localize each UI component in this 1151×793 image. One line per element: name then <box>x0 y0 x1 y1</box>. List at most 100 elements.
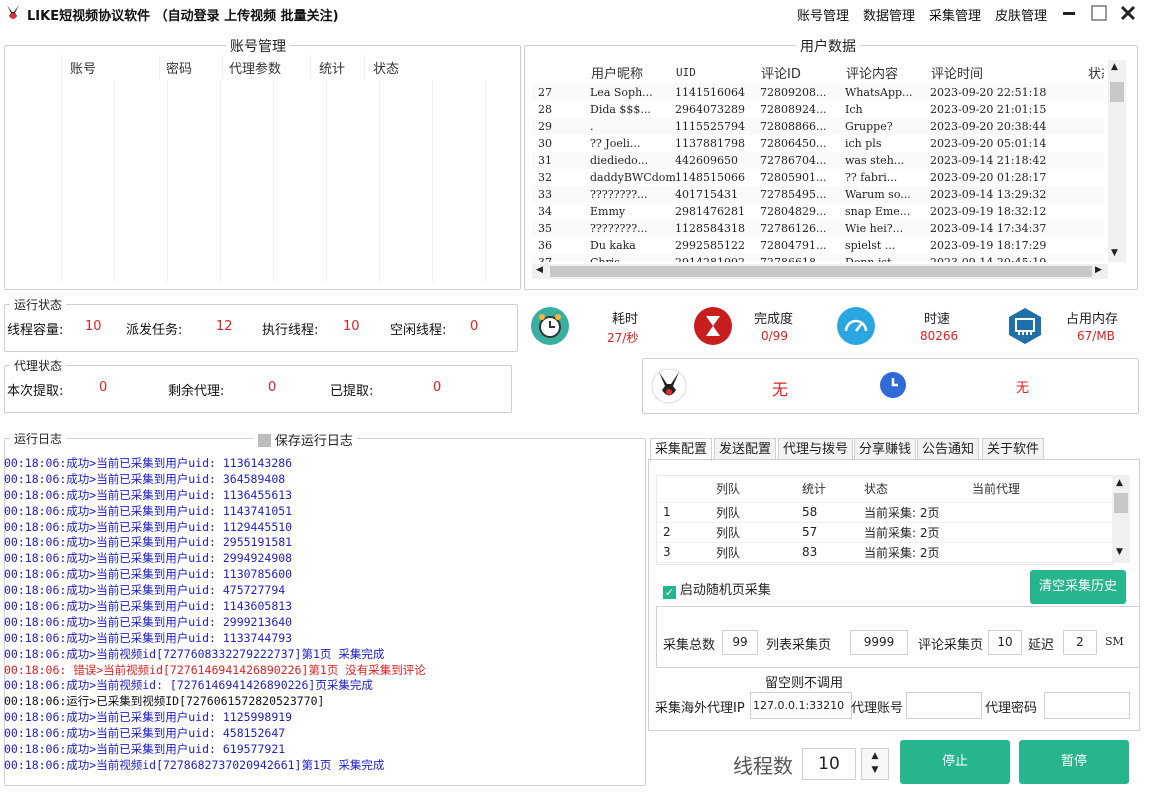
list-item[interactable]: 4列队74当前采集: 2页 <box>657 561 1112 564</box>
table-row[interactable]: 36 Du kaka 2992585122 72804791... spielst ..… <box>532 237 1104 254</box>
log-list[interactable]: 00:18:06:成功>当前已采集到用户uid: 1136143286 00:18… <box>4 456 640 780</box>
col-state[interactable]: 状态 <box>1086 60 1104 84</box>
scroll-left-icon[interactable]: ◀ <box>536 265 543 275</box>
queue-cell: 57 <box>801 521 863 542</box>
vscroll-thumb[interactable] <box>1110 82 1124 102</box>
queue-vscrollbar[interactable]: ▲ ▼ <box>1112 475 1130 563</box>
extracted-now-label: 本次提取: <box>7 384 64 399</box>
proxy-account-input[interactable] <box>906 692 982 719</box>
table-row[interactable]: 35????????... 1128584318 72786126... Wie he… <box>532 220 1104 237</box>
random-page-checkbox[interactable]: ✓ 启动随机页采集 <box>663 579 771 599</box>
col-comment-content[interactable]: 评论内容 <box>845 60 930 84</box>
maximize-icon[interactable] <box>1089 3 1109 23</box>
rabbit-avatar-icon <box>651 368 687 404</box>
table-row[interactable]: 29. 1115525794 72808866... Gruppe? 2023-09-2… <box>532 118 1104 135</box>
close-icon[interactable] <box>1118 3 1138 23</box>
vscroll-thumb[interactable] <box>1114 493 1128 513</box>
scroll-down-icon[interactable]: ▼ <box>1111 248 1118 258</box>
table-row[interactable]: 32 daddyBWCdom 1148515066 72805901... ?? fab… <box>532 169 1104 186</box>
comment-pages-input[interactable]: 10 <box>988 630 1022 655</box>
menu-account-management[interactable]: 账号管理 <box>797 5 849 24</box>
table-cell: 37 <box>532 254 590 262</box>
col-password[interactable]: 密码 <box>159 55 223 79</box>
log-line: 00:18:06:成功>当前已采集到用户uid: 1125998919 <box>4 710 293 725</box>
table-row[interactable]: 27 Lea Soph... 1141516064 72809208... WhatsA… <box>532 84 1104 101</box>
tab-proxy-dial[interactable]: 代理与拨号 <box>778 438 854 460</box>
table-row[interactable]: 30 ?? Joeli... 1137881798 72806450... ich pl… <box>532 135 1104 152</box>
user-data-table[interactable]: 用户昵称 UID 评论ID 评论内容 评论时间 状态 27 Lea Soph...… <box>532 60 1104 262</box>
menu-data-management[interactable]: 数据管理 <box>863 5 915 24</box>
table-cell: 1137881798 <box>675 137 745 150</box>
log-line: 00:18:06:成功>当前已采集到用户uid: 364589408 <box>4 471 286 486</box>
stop-button[interactable]: 停止 <box>900 740 1010 784</box>
table-row[interactable]: 31 diediedo... 442609650 72786704... was ste… <box>532 152 1104 169</box>
clear-history-button[interactable]: 清空采集历史 <box>1030 570 1126 604</box>
table-cell: 1128584318 <box>675 222 745 235</box>
list-pages-input[interactable]: 9999 <box>850 630 908 655</box>
pause-button[interactable]: 暂停 <box>1019 740 1129 784</box>
col-stats[interactable]: 统计 <box>310 55 365 79</box>
menu-collect-management[interactable]: 采集管理 <box>929 5 981 24</box>
user-data-vscrollbar[interactable]: ▲ ▼ <box>1108 60 1126 262</box>
table-cell: 72804829... <box>760 205 827 218</box>
checkbox-unchecked-icon[interactable] <box>258 434 271 447</box>
stepper-down-icon[interactable]: ▼ <box>862 763 888 777</box>
save-log-label: 保存运行日志 <box>274 434 353 449</box>
save-log-checkbox[interactable]: 保存运行日志 <box>254 430 357 449</box>
tab-announcement[interactable]: 公告通知 <box>917 438 980 460</box>
scroll-up-icon[interactable]: ▲ <box>1116 478 1123 488</box>
list-item[interactable]: 1 列队 58 当前采集: 2页 <box>657 501 1112 522</box>
proxy-password-label: 代理密码 <box>985 701 1038 716</box>
queue-cell: 列队 <box>715 541 801 562</box>
minimize-icon[interactable] <box>1059 3 1079 23</box>
col-comment-id[interactable]: 评论ID <box>760 60 845 84</box>
table-cell: 2023-09-19 18:17:29 <box>930 239 1047 252</box>
queue-col-proxy[interactable]: 当前代理 <box>971 476 1112 502</box>
table-cell: 72786126... <box>760 222 827 235</box>
col-nickname[interactable]: 用户昵称 <box>590 60 675 84</box>
table-row[interactable]: 34 Emmy 2981476281 72804829... snap Eme... 20… <box>532 203 1104 220</box>
queue-col-queue[interactable]: 列队 <box>715 476 801 502</box>
table-cell: ich pls <box>845 137 882 150</box>
threads-stepper[interactable]: ▲ ▼ <box>861 748 889 780</box>
tab-send-config[interactable]: 发送配置 <box>714 438 777 460</box>
threads-input[interactable]: 10 <box>802 748 856 780</box>
account-table[interactable]: 账号 密码 代理参数 统计 状态 <box>9 55 513 282</box>
col-comment-time[interactable]: 评论时间 <box>930 60 1086 84</box>
list-item[interactable]: 2 列队 57 当前采集: 2页 <box>657 521 1112 542</box>
table-row[interactable]: 37Chris291428199272786618...Denn ist2023… <box>532 254 1104 262</box>
checkbox-checked-icon[interactable]: ✓ <box>663 586 676 599</box>
memory-value: 67/MB <box>1077 329 1115 343</box>
tab-about[interactable]: 关于软件 <box>982 438 1045 460</box>
scroll-down-icon[interactable]: ▼ <box>1116 547 1123 557</box>
tab-collect-config[interactable]: 采集配置 <box>650 438 713 461</box>
dispatched-tasks-label: 派发任务: <box>126 323 183 338</box>
hscroll-thumb[interactable] <box>550 266 1092 277</box>
menu-skin-management[interactable]: 皮肤管理 <box>995 5 1047 24</box>
table-row[interactable]: 28 Dida $$$... 2964073289 72808924... Ich 202… <box>532 101 1104 118</box>
queue-col-stats[interactable]: 统计 <box>801 476 863 502</box>
col-status[interactable]: 状态 <box>365 55 514 79</box>
col-proxy-params[interactable]: 代理参数 <box>222 55 311 79</box>
log-line: 00:18:06:成功>当前已采集到用户uid: 1130785600 <box>4 567 293 582</box>
proxy-ip-input[interactable]: 127.0.0.1:33210 <box>750 692 852 719</box>
user-data-hscrollbar[interactable]: ◀ ▶ <box>532 264 1108 279</box>
scroll-up-icon[interactable]: ▲ <box>1111 62 1118 72</box>
col-uid[interactable]: UID <box>675 60 760 84</box>
delay-input[interactable]: 2 <box>1063 630 1097 655</box>
table-cell: 2023-09-19 18:32:12 <box>930 205 1047 218</box>
scroll-right-icon[interactable]: ▶ <box>1095 265 1102 275</box>
tab-share-earn[interactable]: 分享赚钱 <box>854 438 917 460</box>
col-account[interactable]: 账号 <box>61 55 160 79</box>
table-cell: 2023-09-20 01:28:17 <box>930 171 1047 184</box>
queue-col-status[interactable]: 状态 <box>863 476 971 502</box>
queue-cell: 83 <box>801 541 863 562</box>
table-row[interactable]: 33????????... 401715431 72785495... Warum s… <box>532 186 1104 203</box>
queue-table[interactable]: 列队 统计 状态 当前代理 1 列队 58 当前采集: 2页 2 列队 57 当前采集: 2页… <box>656 475 1113 565</box>
stepper-up-icon[interactable]: ▲ <box>862 749 888 763</box>
total-input[interactable]: 99 <box>722 630 758 655</box>
threads-label: 线程数 <box>733 754 793 778</box>
proxy-password-input[interactable] <box>1044 692 1130 719</box>
log-line: 00:18:06:成功>当前已采集到用户uid: 458152647 <box>4 726 286 741</box>
list-item[interactable]: 3 列队 83 当前采集: 2页 <box>657 541 1112 562</box>
